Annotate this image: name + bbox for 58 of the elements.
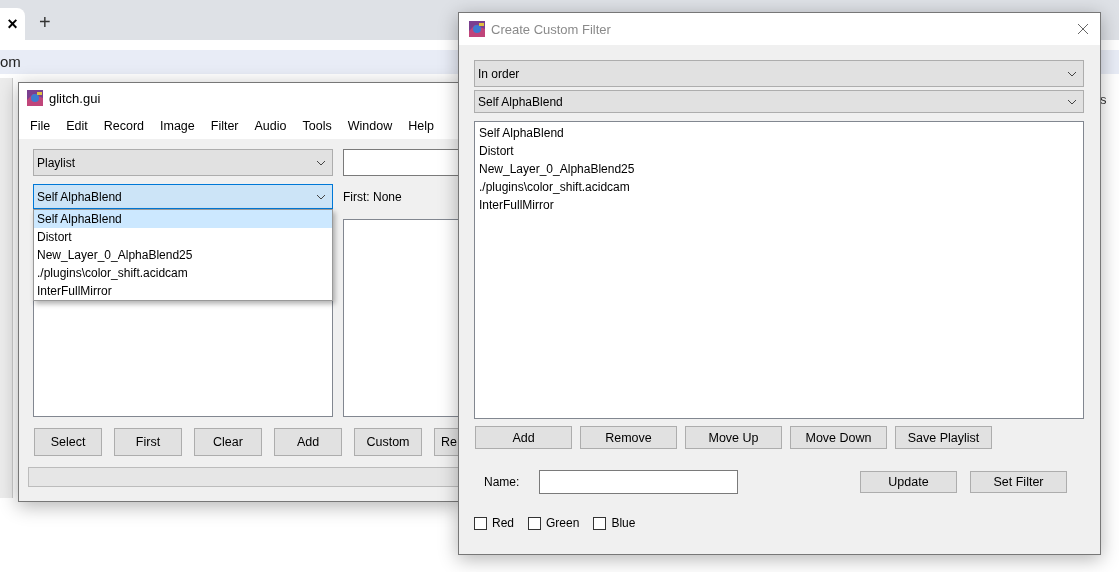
checkbox[interactable] (528, 516, 541, 530)
action-button[interactable]: Add (475, 426, 572, 449)
action-button[interactable]: Move Up (685, 426, 782, 449)
menu-item[interactable]: Image (152, 119, 203, 133)
menu-item[interactable]: Help (400, 119, 442, 133)
app-icon (27, 90, 43, 106)
tab-close[interactable]: × (7, 13, 18, 35)
checkbox[interactable] (474, 516, 487, 530)
order-dropdown[interactable]: In order (474, 60, 1084, 87)
name-label: Name: (483, 475, 521, 489)
action-button[interactable]: Save Playlist (895, 426, 992, 449)
list-item[interactable]: Distort (475, 142, 1083, 160)
action-button[interactable]: Set Filter (970, 471, 1067, 493)
chevron-icon (1067, 98, 1077, 105)
checkbox-label: Red (492, 516, 514, 530)
list-item[interactable]: Self AlphaBlend (475, 124, 1083, 142)
app-icon (469, 21, 485, 37)
browser-tab[interactable]: × (0, 8, 25, 40)
new-tab-button[interactable]: + (39, 6, 51, 34)
name-field[interactable] (539, 470, 738, 494)
action-button[interactable]: Update (860, 471, 957, 493)
menu-item[interactable]: Filter (202, 119, 247, 133)
page-text: s (1100, 92, 1107, 107)
dropdown-option[interactable]: InterFullMirror (34, 282, 332, 300)
action-button[interactable]: Remove (580, 426, 677, 449)
menu-item[interactable]: Edit (58, 119, 96, 133)
dialog-title: Create Custom Filter (491, 21, 612, 37)
menu-item[interactable]: Window (339, 119, 401, 133)
list-item[interactable]: New_Layer_0_AlphaBlend25 (475, 160, 1083, 178)
menu-item[interactable]: Record (95, 119, 152, 133)
list-item[interactable]: InterFullMirror (475, 196, 1083, 214)
filter-dropdown[interactable]: Self AlphaBlend (33, 184, 333, 209)
chevron-icon (316, 159, 326, 166)
chevron-icon (316, 193, 326, 200)
dropdown-option[interactable]: New_Layer_0_AlphaBlend25 (34, 246, 332, 264)
close-icon[interactable] (1077, 23, 1089, 35)
list-item[interactable]: ./plugins\color_shift.acidcam (475, 178, 1083, 196)
checkbox[interactable] (593, 516, 607, 530)
first-label: First: None (343, 189, 403, 204)
window-title: glitch.gui (49, 90, 101, 106)
checkbox-label: Blue (611, 516, 636, 530)
dropdown-option[interactable]: Distort (34, 228, 332, 246)
chevron-icon (1067, 70, 1077, 77)
dropdown-option[interactable]: Self AlphaBlend (34, 210, 332, 228)
action-button[interactable]: First (114, 428, 182, 456)
action-button[interactable]: Add (274, 428, 342, 456)
menu-item[interactable]: Tools (294, 119, 340, 133)
action-button[interactable]: Re (434, 428, 459, 456)
action-button[interactable]: Clear (194, 428, 262, 456)
playlist-dropdown[interactable]: Playlist (33, 149, 333, 176)
action-button[interactable]: Select (34, 428, 102, 456)
menu-item[interactable]: File (22, 119, 59, 133)
menu-item[interactable]: Audio (246, 119, 295, 133)
action-button[interactable]: Custom (354, 428, 422, 456)
action-button[interactable]: Move Down (790, 426, 887, 449)
dropdown-option[interactable]: ./plugins\color_shift.acidcam (34, 264, 332, 282)
checkbox-label: Green (546, 516, 580, 530)
filter-dropdown[interactable]: Self AlphaBlend (474, 90, 1084, 113)
